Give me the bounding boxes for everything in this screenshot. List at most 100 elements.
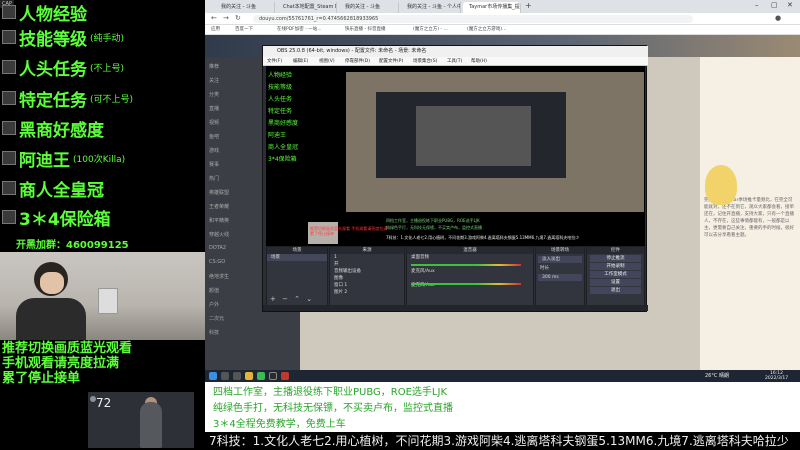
sidebar-item[interactable]: 和平精英: [209, 217, 229, 224]
stop-streaming-button[interactable]: 停止推流: [590, 255, 641, 262]
settings-button[interactable]: 设置: [590, 279, 641, 286]
search-icon[interactable]: [221, 372, 229, 380]
obs-menu-item[interactable]: 视图(V): [319, 58, 335, 64]
source-item[interactable]: 音频输出设备: [330, 268, 404, 275]
task-item: 技能等级 (纯手动): [0, 25, 124, 50]
audio-meter[interactable]: [411, 264, 521, 266]
character-figure: [140, 402, 162, 448]
scene-item[interactable]: 场景: [267, 254, 327, 261]
scenes-dock: 场景 场景 + − ⌃ ⌄: [266, 246, 328, 306]
source-item[interactable]: 开: [330, 261, 404, 268]
profile-icon[interactable]: ●: [775, 14, 781, 22]
sidebar-item[interactable]: 王者荣耀: [209, 203, 229, 210]
bookmark-item[interactable]: (魔方之立方游戏)...: [467, 26, 506, 32]
obs-window: OBS 25.0.8 (64-bit, windows) - 配置文件: 未命名…: [262, 45, 648, 312]
browser-tab-active[interactable]: Taymar市场传播集_提载剖析斗鱼...: [463, 2, 521, 13]
sidebar-item[interactable]: CS:GO: [209, 259, 225, 265]
close-icon[interactable]: ✕: [787, 1, 793, 9]
sidebar-item[interactable]: 推荐: [209, 63, 219, 70]
sidebar-item[interactable]: 关注: [209, 77, 219, 84]
task-item: 3＊4保险箱: [0, 205, 111, 230]
sidebar-item[interactable]: 颜值: [209, 287, 219, 294]
sidebar-item[interactable]: 科技: [209, 329, 219, 336]
task-view-icon[interactable]: [233, 372, 241, 380]
task-icon: [2, 30, 16, 44]
sidebar-item[interactable]: 分类: [209, 91, 219, 98]
obs-icon[interactable]: [269, 372, 277, 380]
reload-icon[interactable]: ↻: [235, 14, 241, 22]
weather-widget[interactable]: 26°C 晴朗: [705, 372, 729, 379]
task-label: 人头任务: [19, 59, 87, 80]
info-line: 四档工作室，主播退役练下职业PUBG，ROE选手LJK: [213, 387, 447, 398]
obs-status-bar: [263, 305, 648, 311]
chrome-icon[interactable]: [257, 372, 265, 380]
transition-select[interactable]: 淡入淡出: [538, 256, 582, 263]
obs-title-bar: OBS 25.0.8 (64-bit, windows) - 配置文件: 未命名…: [263, 46, 648, 57]
sidebar-item[interactable]: 二次元: [209, 315, 224, 322]
back-icon[interactable]: ←: [211, 14, 217, 22]
source-item[interactable]: 图像: [330, 275, 404, 282]
app-icon[interactable]: [281, 372, 289, 380]
obs-menu-item[interactable]: 场景集合(S): [413, 58, 437, 64]
duration-label: 时长: [540, 266, 549, 271]
source-item[interactable]: 窗口 1: [330, 282, 404, 289]
sidebar-item[interactable]: DOTA2: [209, 245, 226, 251]
minimize-icon[interactable]: –: [755, 1, 759, 9]
start-recording-button[interactable]: 开始录制: [590, 263, 641, 270]
obs-menu-item[interactable]: 配置文件(P): [379, 58, 403, 64]
browser-tab[interactable]: Chat本地配置_Steam Ne...: [277, 2, 337, 13]
sidebar-item[interactable]: 热门: [209, 175, 219, 182]
bookmark-item[interactable]: 百度一下: [235, 26, 253, 32]
preview-info-line: 纯绿色手打，无科技无保镖，不买卖卢布，监控式直播: [386, 225, 482, 230]
browser-tab[interactable]: 我的关注 - 斗鱼: [215, 2, 275, 13]
task-icon: [2, 210, 16, 224]
studio-mode-button[interactable]: 工作室模式: [590, 271, 641, 278]
source-item[interactable]: 1: [330, 254, 404, 261]
audio-meter[interactable]: [411, 283, 521, 285]
maximize-icon[interactable]: ▢: [771, 1, 778, 9]
source-item[interactable]: 图片 2: [330, 289, 404, 296]
preview-task-list: 人物经验 技能等级 人头任务 特定任务 黑商好感度 阿迪王 商人全皇冠 3*4保…: [268, 68, 338, 238]
sidebar-item[interactable]: 赛事: [209, 161, 219, 168]
sidebar-item[interactable]: 视频: [209, 119, 219, 126]
scene-controls[interactable]: + − ⌃ ⌄: [270, 295, 314, 303]
task-note: (不上号): [90, 63, 125, 74]
task-label: 技能等级: [19, 29, 87, 50]
sidebar-item[interactable]: 绝地求生: [209, 273, 229, 280]
task-note: (100次Killa): [73, 154, 126, 165]
taskbar-clock[interactable]: 16:12 2022/3/17: [765, 371, 788, 381]
sidebar-item[interactable]: 直播: [209, 105, 219, 112]
sidebar-item[interactable]: 鱼吧: [209, 133, 219, 140]
start-icon[interactable]: [209, 372, 217, 380]
obs-menu-item[interactable]: 帮助(H): [471, 58, 487, 64]
bookmark-item[interactable]: 快乐直播 - 抖音直播: [345, 26, 385, 32]
exit-button[interactable]: 退出: [590, 287, 641, 294]
browser-tab[interactable]: 我的关注 - 斗鱼: [339, 2, 399, 13]
browser-tab-bar: 我的关注 - 斗鱼 Chat本地配置_Steam Ne... 我的关注 - 斗鱼…: [205, 0, 800, 13]
task-icon: [2, 121, 16, 135]
sidebar-item[interactable]: 英雄联盟: [209, 189, 229, 196]
folder-icon[interactable]: [245, 372, 253, 380]
obs-menu-item[interactable]: 编辑(E): [293, 58, 308, 64]
task-note: (可不上号): [90, 94, 134, 105]
preview-info-line: 四档工作室，主播退役练下职业PUBG，ROE选手LJK: [386, 218, 480, 223]
obs-preview[interactable]: 人物经验 技能等级 人头任务 特定任务 黑商好感度 阿迪王 商人全皇冠 3*4保…: [266, 66, 645, 246]
new-tab-icon[interactable]: +: [525, 1, 532, 10]
info-line: 3＊4全程免费教学，免费上车: [213, 419, 346, 430]
character-score: 72: [96, 396, 112, 410]
forward-icon[interactable]: →: [223, 14, 229, 22]
sidebar-item[interactable]: 户外: [209, 301, 219, 308]
obs-menu-item[interactable]: 工具(T): [447, 58, 462, 64]
bookmark-item[interactable]: (魔方之立方) - ...: [413, 26, 448, 32]
bookmark-item[interactable]: 在线PDF加密 - 一站...: [277, 26, 322, 32]
browser-tab[interactable]: 我的关注 - 斗鱼 - 个人中心 - 斗鱼: [401, 2, 461, 13]
sidebar-item[interactable]: 游戏: [209, 147, 219, 154]
obs-menu-item[interactable]: 文件(F): [267, 58, 282, 64]
address-bar: ← → ↻ douyu.com/55761761_r=0.47456628189…: [205, 13, 800, 25]
viewer-notice: 推荐切换画质蓝光观看 手机观看请亮度拉满 累了停止接单: [2, 341, 207, 386]
obs-menu-item[interactable]: 停靠部件(D): [345, 58, 370, 64]
sidebar-item[interactable]: 穿越火线: [209, 231, 229, 238]
duration-input[interactable]: 300 ms: [538, 274, 582, 281]
bookmark-item[interactable]: 应用: [211, 26, 220, 32]
url-field[interactable]: douyu.com/55761761_r=0.4745662818933965: [253, 15, 693, 23]
